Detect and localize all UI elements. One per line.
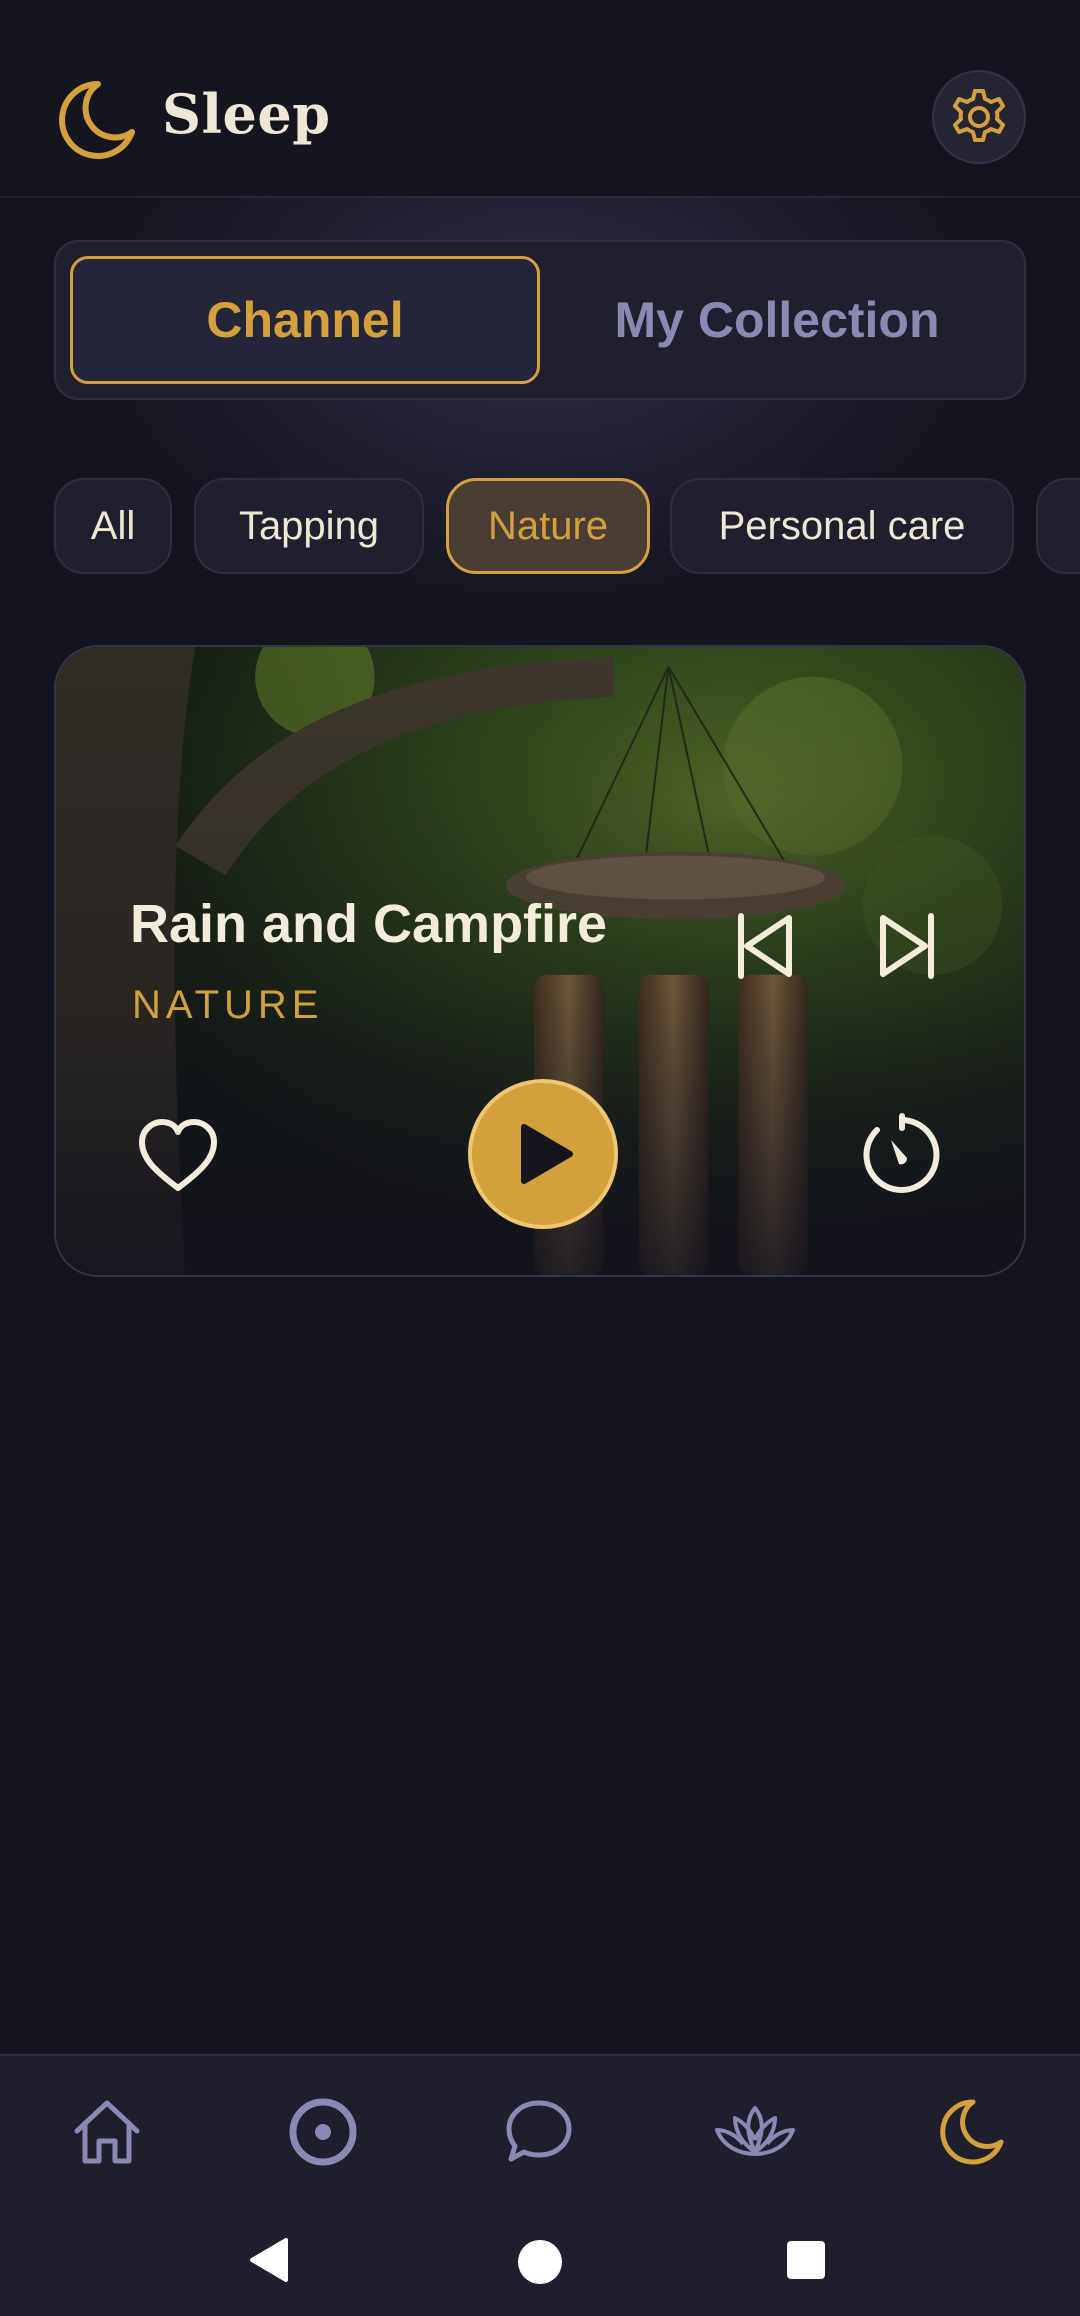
home-icon (74, 2100, 140, 2164)
tab-my-collection[interactable]: My Collection (542, 256, 1012, 384)
channel-collection-switch: Channel My Collection (54, 240, 1026, 400)
system-navigation-bar (0, 2204, 1080, 2316)
system-home-button[interactable] (508, 2230, 572, 2294)
now-playing-card: Rain and Campfire NATURE (54, 645, 1026, 1277)
home-circle-icon (518, 2240, 562, 2284)
nav-meditate[interactable] (710, 2092, 800, 2172)
heart-icon (139, 1119, 217, 1191)
timer-icon (863, 1113, 940, 1193)
page-title: Sleep (162, 82, 331, 146)
chat-bubble-icon (506, 2100, 572, 2162)
sleep-timer-button[interactable] (856, 1109, 948, 1201)
next-track-button[interactable] (864, 903, 950, 989)
crescent-moon-icon (59, 81, 135, 159)
moon-icon (940, 2099, 1004, 2165)
settings-button[interactable] (932, 70, 1026, 164)
gear-icon (953, 89, 1005, 142)
system-recents-button[interactable] (776, 2230, 836, 2290)
skip-previous-icon (738, 913, 792, 979)
category-filter-chips: All Tapping Nature Personal care (54, 478, 1080, 574)
app-header: Sleep (0, 0, 1080, 198)
bottom-navigation (0, 2054, 1080, 2206)
previous-track-button[interactable] (722, 903, 808, 989)
focus-circle-icon (289, 2098, 357, 2166)
nav-chat[interactable] (494, 2092, 584, 2172)
play-icon (521, 1124, 573, 1184)
favorite-button[interactable] (132, 1109, 224, 1201)
skip-next-icon (880, 913, 934, 979)
chip-more[interactable] (1036, 478, 1080, 574)
system-back-button[interactable] (238, 2230, 298, 2290)
track-title: Rain and Campfire (130, 894, 608, 954)
track-category: NATURE (132, 983, 324, 1027)
recents-square-icon (787, 2241, 825, 2279)
nav-focus[interactable] (278, 2092, 368, 2172)
nav-home[interactable] (62, 2092, 152, 2172)
play-button[interactable] (468, 1079, 618, 1229)
chip-tapping[interactable]: Tapping (194, 478, 424, 574)
chip-all[interactable]: All (54, 478, 172, 574)
back-icon (250, 2238, 288, 2282)
nav-sleep[interactable] (926, 2092, 1016, 2172)
chip-nature[interactable]: Nature (446, 478, 650, 574)
chip-personal-care[interactable]: Personal care (670, 478, 1014, 574)
tab-channel[interactable]: Channel (70, 256, 540, 384)
lotus-icon (715, 2106, 795, 2156)
